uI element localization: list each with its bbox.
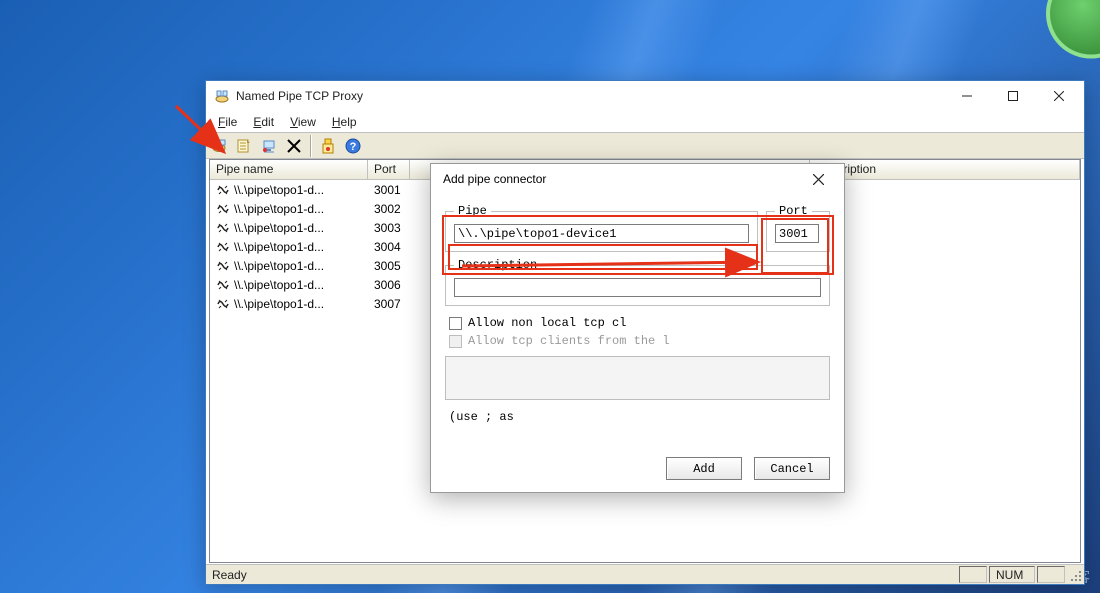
col-description[interactable]: Description xyxy=(810,160,1080,179)
pipe-connector-icon xyxy=(216,183,230,197)
port-fieldset: Port xyxy=(766,204,830,252)
menu-view[interactable]: View xyxy=(282,113,324,131)
add-pipe-connector-dialog: Add pipe connector Pipe Port Description… xyxy=(430,163,845,493)
svg-text:?: ? xyxy=(350,141,357,153)
pipe-name-cell: \\.\pipe\topo1-d... xyxy=(234,278,324,292)
port-cell: 3003 xyxy=(368,221,410,235)
close-button[interactable] xyxy=(1036,81,1082,110)
port-cell: 3007 xyxy=(368,297,410,311)
description-legend: Description xyxy=(454,258,541,272)
resize-grip-icon[interactable] xyxy=(1067,567,1083,583)
toolbar-network[interactable] xyxy=(258,135,280,157)
toolbar-properties[interactable] xyxy=(233,135,255,157)
dialog-title: Add pipe connector xyxy=(443,172,546,186)
menu-edit[interactable]: Edit xyxy=(245,113,282,131)
add-button[interactable]: Add xyxy=(666,457,742,480)
toolbar-help[interactable]: ? xyxy=(342,135,364,157)
status-cell-scrl xyxy=(1037,566,1065,583)
minimize-button[interactable] xyxy=(944,81,990,110)
status-cell-cap xyxy=(959,566,987,583)
pipe-name-cell: \\.\pipe\topo1-d... xyxy=(234,183,324,197)
allow-iplist-label: Allow tcp clients from the l xyxy=(468,334,670,348)
pipe-legend: Pipe xyxy=(454,204,491,218)
port-input[interactable] xyxy=(775,224,819,243)
dialog-close-button[interactable] xyxy=(798,165,838,193)
pipe-connector-icon xyxy=(216,202,230,216)
description-input[interactable] xyxy=(454,278,821,297)
allow-nonlocal-row[interactable]: Allow non local tcp cl xyxy=(445,314,830,332)
cancel-button[interactable]: Cancel xyxy=(754,457,830,480)
menu-bar: File Edit View Help xyxy=(206,111,1084,132)
port-cell: 3001 xyxy=(368,183,410,197)
port-cell: 3002 xyxy=(368,202,410,216)
ip-list-box xyxy=(445,356,830,400)
pipe-input[interactable] xyxy=(454,224,749,243)
menu-file[interactable]: File xyxy=(210,113,245,131)
allow-nonlocal-checkbox[interactable] xyxy=(449,317,462,330)
pipe-connector-icon xyxy=(216,278,230,292)
maximize-button[interactable] xyxy=(990,81,1036,110)
app-icon xyxy=(214,88,230,104)
port-cell: 3006 xyxy=(368,278,410,292)
pipe-connector-icon xyxy=(216,221,230,235)
toolbar-delete[interactable] xyxy=(283,135,305,157)
pipe-name-cell: \\.\pipe\topo1-d... xyxy=(234,259,324,273)
pipe-connector-icon xyxy=(216,297,230,311)
desktop-decoration xyxy=(1046,0,1100,59)
col-port[interactable]: Port xyxy=(368,160,410,179)
pipe-connector-icon xyxy=(216,259,230,273)
toolbar-options[interactable] xyxy=(317,135,339,157)
description-fieldset: Description xyxy=(445,258,830,306)
allow-iplist-checkbox xyxy=(449,335,462,348)
dialog-title-bar[interactable]: Add pipe connector xyxy=(431,164,844,194)
menu-help[interactable]: Help xyxy=(324,113,365,131)
toolbar: ? xyxy=(206,132,1084,159)
pipe-name-cell: \\.\pipe\topo1-d... xyxy=(234,202,324,216)
pipe-connector-icon xyxy=(216,240,230,254)
pipe-name-cell: \\.\pipe\topo1-d... xyxy=(234,297,324,311)
status-text: Ready xyxy=(212,568,247,582)
pipe-fieldset: Pipe xyxy=(445,204,758,252)
title-bar[interactable]: Named Pipe TCP Proxy xyxy=(206,81,1084,111)
allow-iplist-row: Allow tcp clients from the l xyxy=(445,332,830,350)
toolbar-add-connector[interactable] xyxy=(208,135,230,157)
status-bar: Ready NUM xyxy=(206,564,1084,584)
pipe-name-cell: \\.\pipe\topo1-d... xyxy=(234,221,324,235)
port-cell: 3005 xyxy=(368,259,410,273)
allow-nonlocal-label: Allow non local tcp cl xyxy=(468,316,626,330)
ip-list-hint: (use ; as xyxy=(445,406,830,424)
window-title: Named Pipe TCP Proxy xyxy=(236,89,944,103)
toolbar-separator xyxy=(310,135,312,157)
col-pipe-name[interactable]: Pipe name xyxy=(210,160,368,179)
port-legend: Port xyxy=(775,204,812,218)
status-cell-num: NUM xyxy=(989,566,1035,583)
pipe-name-cell: \\.\pipe\topo1-d... xyxy=(234,240,324,254)
port-cell: 3004 xyxy=(368,240,410,254)
